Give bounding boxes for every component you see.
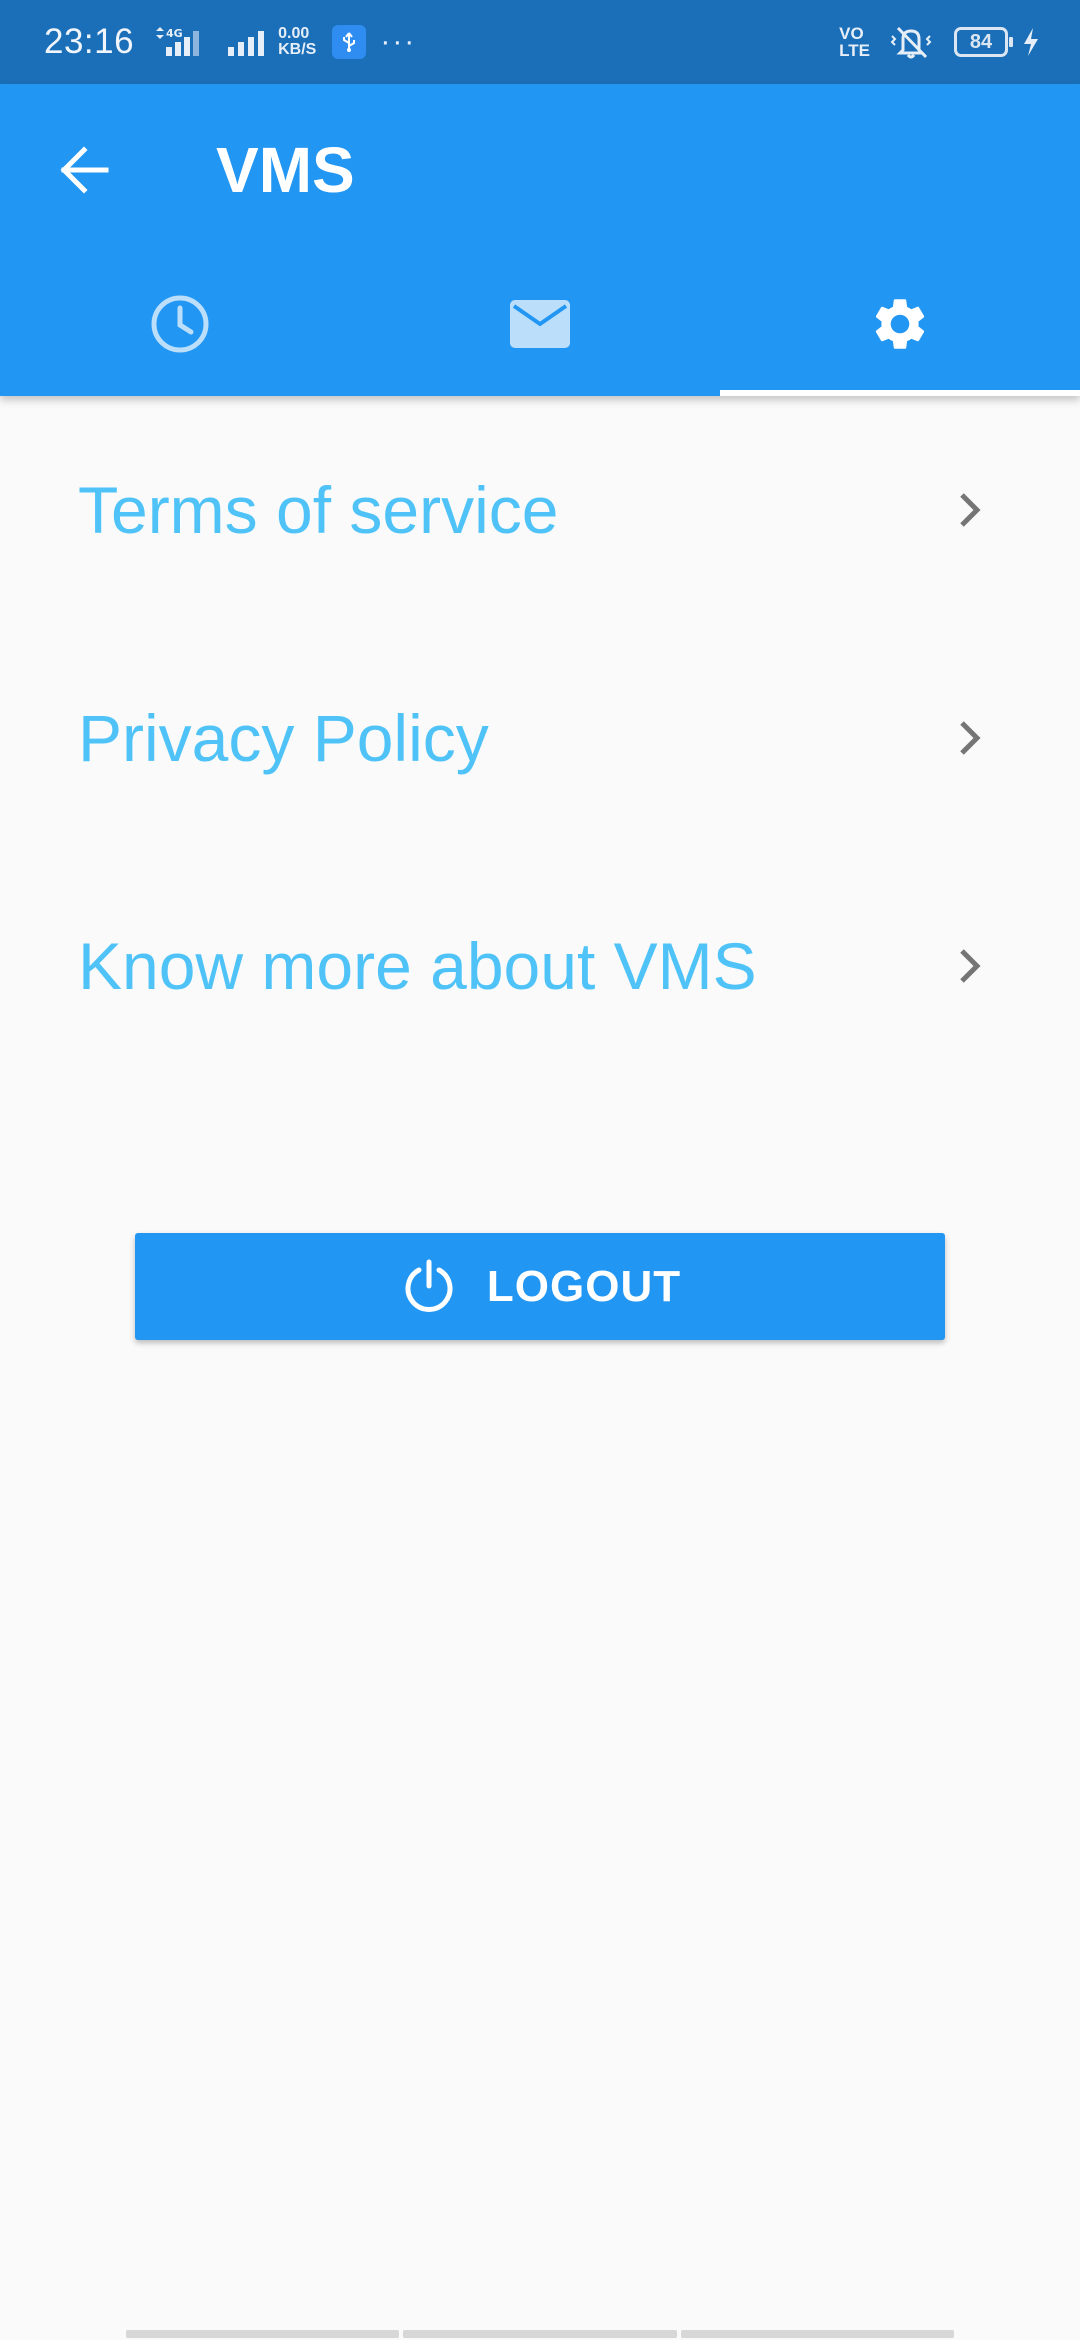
volte-icon: VO LTE bbox=[839, 25, 870, 59]
tab-history[interactable] bbox=[0, 252, 360, 396]
terms-of-service-item[interactable]: Terms of service bbox=[0, 396, 1080, 624]
tab-messages[interactable] bbox=[360, 252, 720, 396]
privacy-policy-item[interactable]: Privacy Policy bbox=[0, 624, 1080, 852]
status-bar-right: VO LTE 84 bbox=[839, 0, 1040, 84]
chevron-right-icon bbox=[950, 490, 990, 530]
battery-icon: 84 bbox=[954, 27, 1013, 57]
tab-settings[interactable] bbox=[720, 252, 1080, 396]
volte-bottom: LTE bbox=[839, 41, 870, 60]
app-bar: VMS bbox=[0, 84, 1080, 396]
status-time: 23:16 bbox=[44, 22, 135, 61]
gesture-bar-segment bbox=[680, 2330, 954, 2338]
gesture-bar-segment bbox=[403, 2330, 677, 2338]
battery-level: 84 bbox=[969, 30, 993, 53]
clock-icon bbox=[151, 295, 209, 353]
charging-bolt-icon bbox=[1022, 28, 1040, 56]
chevron-right-icon bbox=[950, 718, 990, 758]
gesture-bar bbox=[126, 2330, 954, 2338]
power-icon bbox=[399, 1257, 459, 1317]
gesture-bar-segment bbox=[126, 2330, 400, 2338]
signal-4g-icon: 4G bbox=[152, 27, 208, 57]
logout-button[interactable]: LOGOUT bbox=[135, 1233, 945, 1340]
gear-icon bbox=[875, 299, 925, 349]
status-bar-left: 23:16 4G 0.00 KB/S ··· bbox=[44, 0, 416, 84]
net-speed-unit: KB/S bbox=[278, 41, 317, 58]
volte-top: VO bbox=[839, 24, 864, 43]
logout-label: LOGOUT bbox=[486, 1261, 682, 1311]
net-speed-value: 0.00 bbox=[278, 25, 310, 42]
arrow-left-icon bbox=[60, 146, 109, 194]
settings-list: Terms of service Privacy Policy Know mor… bbox=[0, 396, 1080, 1080]
more-notifications-icon: ··· bbox=[380, 25, 417, 58]
know-more-item[interactable]: Know more about VMS bbox=[0, 852, 1080, 1080]
terms-of-service-label: Terms of service bbox=[78, 473, 559, 547]
status-bar: 23:16 4G 0.00 KB/S ··· VO LTE 84 bbox=[0, 0, 1080, 84]
net-speed: 0.00 KB/S bbox=[278, 26, 316, 58]
network-type-label: 4G bbox=[166, 27, 183, 40]
mail-icon bbox=[510, 300, 570, 348]
page-title: VMS bbox=[216, 134, 355, 206]
know-more-label: Know more about VMS bbox=[78, 929, 757, 1003]
back-button[interactable] bbox=[42, 128, 126, 212]
signal-bars-icon bbox=[226, 27, 270, 57]
privacy-policy-label: Privacy Policy bbox=[78, 701, 489, 775]
vibrate-mute-icon bbox=[888, 24, 934, 60]
chevron-right-icon bbox=[950, 946, 990, 986]
tab-bar bbox=[0, 252, 1080, 396]
usb-icon bbox=[332, 25, 367, 59]
